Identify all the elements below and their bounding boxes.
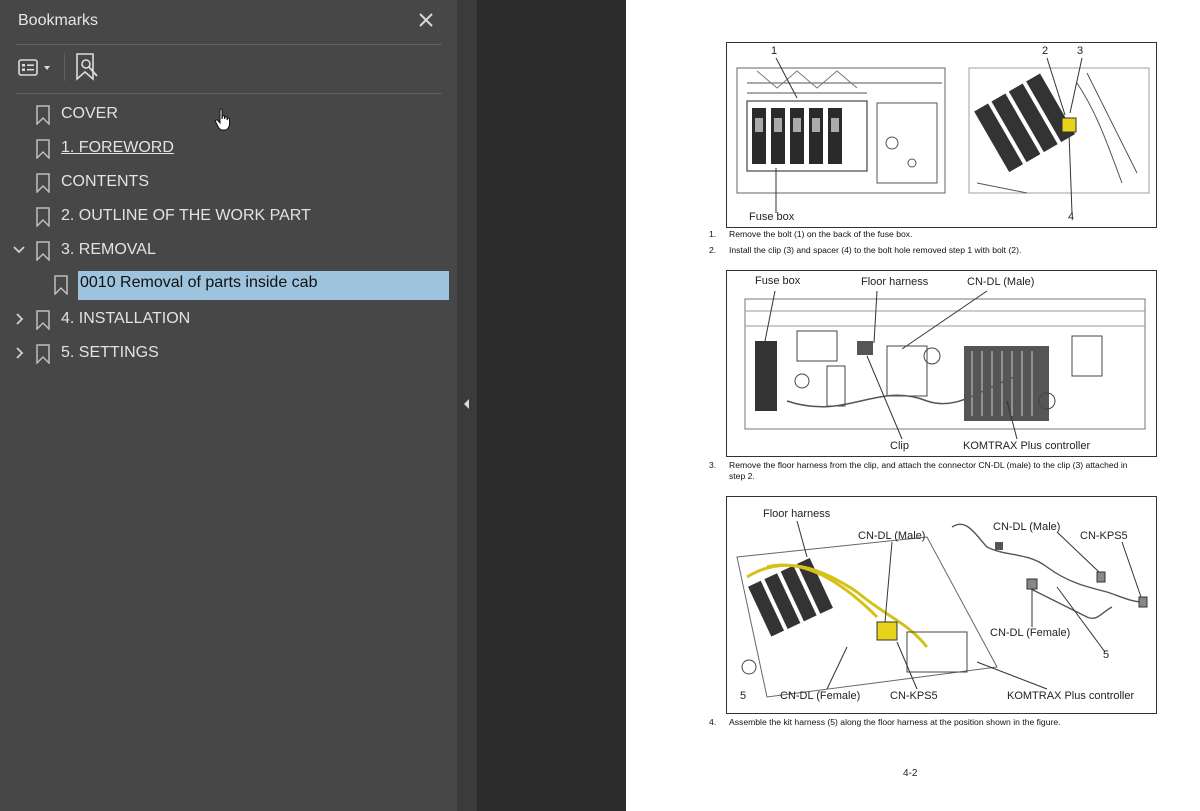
fuse-box-label: Fuse box <box>749 211 795 223</box>
bookmark-settings[interactable]: 5. SETTINGS <box>0 339 457 369</box>
bookmark-removal[interactable]: 3. REMOVAL <box>0 236 457 266</box>
bookmark-options-icon[interactable] <box>16 55 58 81</box>
bookmark-foreword[interactable]: 1. FOREWORD <box>0 134 457 164</box>
step-text: Install the clip (3) and spacer (4) to t… <box>729 245 1022 255</box>
bookmark-label: 1. FOREWORD <box>61 139 174 156</box>
step-text: Remove the bolt (1) on the back of the f… <box>729 229 913 239</box>
figure-drawing <box>736 57 1150 214</box>
page-number: 4-2 <box>903 768 918 779</box>
step-number: 3. <box>709 460 717 470</box>
cn-dl-male-label: CN-DL (Male) <box>993 521 1061 533</box>
bookmark-icon <box>36 310 50 331</box>
figure-drawing <box>744 290 1146 440</box>
bookmarks-panel: Bookmarks COVER 1. FOREWORD CONTENTS 2. … <box>0 0 457 811</box>
panel-title: Bookmarks <box>18 12 99 29</box>
step-number: 4. <box>709 717 717 727</box>
step-number: 2. <box>709 245 717 255</box>
step-text: Remove the floor harness from the clip, … <box>729 460 1128 481</box>
cn-kps5-label: CN-KPS5 <box>1080 530 1128 542</box>
step-number: 1. <box>709 229 717 239</box>
bookmark-icon <box>36 207 50 228</box>
cn-dl-male-label: CN-DL (Male) <box>858 530 926 542</box>
bookmark-outline[interactable]: 2. OUTLINE OF THE WORK PART <box>0 202 457 232</box>
bookmark-icon <box>36 105 50 126</box>
bookmarks-toolbar <box>0 45 457 93</box>
close-icon[interactable] <box>414 8 438 32</box>
step-1: 1. Remove the bolt (1) on the back of th… <box>709 229 1169 241</box>
komtrax-label: KOMTRAX Plus controller <box>1007 690 1135 702</box>
cn-kps5-label: CN-KPS5 <box>890 690 938 702</box>
floor-harness-label: Floor harness <box>763 508 831 520</box>
panel-splitter[interactable] <box>457 0 477 811</box>
bookmarks-header: Bookmarks <box>0 0 457 44</box>
toolbar-separator <box>64 53 65 81</box>
bookmark-label: 4. INSTALLATION <box>61 310 191 327</box>
cn-dl-female-label: CN-DL (Female) <box>990 627 1071 639</box>
figure-kit-harness: Floor harness CN-DL (Male) CN-DL (Male) … <box>726 496 1157 714</box>
bookmark-icon <box>36 173 50 194</box>
bookmark-contents[interactable]: CONTENTS <box>0 168 457 198</box>
bookmark-icon <box>36 344 50 365</box>
bookmark-label: COVER <box>61 105 118 122</box>
bookmark-icon <box>54 275 68 296</box>
pdf-page: 1 2 3 4 Fuse box 1. Remove the bolt (1) … <box>626 0 1200 811</box>
komtrax-label: KOMTRAX Plus controller <box>963 440 1091 452</box>
callout-5: 5 <box>1103 649 1110 661</box>
bookmark-removal-parts-inside-cab[interactable]: 0010 Removal of parts inside cab <box>0 270 457 300</box>
bookmark-label: 5. SETTINGS <box>61 344 159 361</box>
figure-floor-harness-clip: Fuse box Floor harness CN-DL (Male) Clip… <box>726 270 1157 457</box>
bookmark-icon <box>36 241 50 262</box>
hand-pointer-icon <box>214 108 234 132</box>
figure-fuse-box-bolt: 1 2 3 4 Fuse box <box>726 42 1157 228</box>
chevron-right-icon[interactable] <box>12 311 26 327</box>
step-text: Assemble the kit harness (5) along the f… <box>729 717 1061 727</box>
step-3: 3. Remove the floor harness from the cli… <box>709 460 1169 484</box>
clip-label: Clip <box>890 440 909 452</box>
callout-2: 2 <box>1042 45 1049 57</box>
bookmark-label: 3. REMOVAL <box>61 241 156 258</box>
collapse-left-arrow-icon[interactable] <box>462 397 472 416</box>
floor-harness-label: Floor harness <box>861 276 929 288</box>
cn-dl-male-label: CN-DL (Male) <box>967 276 1035 288</box>
fuse-box-label: Fuse box <box>755 275 801 287</box>
divider <box>16 93 442 94</box>
bookmark-label: CONTENTS <box>61 173 149 190</box>
cn-dl-female-label: CN-DL (Female) <box>780 690 861 702</box>
callout-3: 3 <box>1077 45 1084 57</box>
bookmark-icon <box>36 139 50 160</box>
find-current-bookmark-icon[interactable] <box>72 51 102 83</box>
bookmark-label: 2. OUTLINE OF THE WORK PART <box>61 207 311 224</box>
step-4: 4. Assemble the kit harness (5) along th… <box>709 717 1169 729</box>
bookmark-label-selected: 0010 Removal of parts inside cab <box>78 271 449 300</box>
step-2: 2. Install the clip (3) and spacer (4) t… <box>709 245 1169 257</box>
chevron-down-icon[interactable] <box>12 242 26 258</box>
callout-4: 4 <box>1068 211 1075 223</box>
callout-1: 1 <box>771 45 778 57</box>
document-viewer[interactable]: 1 2 3 4 Fuse box 1. Remove the bolt (1) … <box>477 0 1200 811</box>
chevron-right-icon[interactable] <box>12 345 26 361</box>
callout-5: 5 <box>740 690 747 702</box>
bookmark-installation[interactable]: 4. INSTALLATION <box>0 305 457 335</box>
